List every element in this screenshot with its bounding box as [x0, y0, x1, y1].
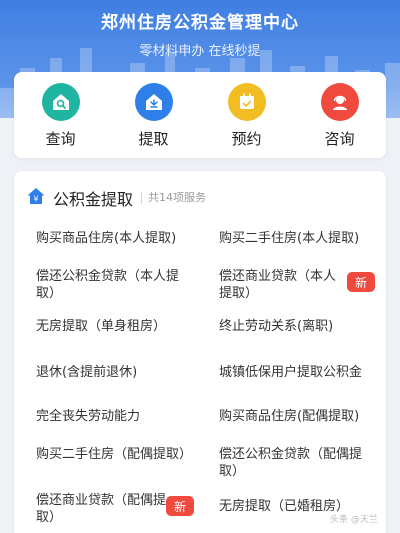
service-item[interactable]: 偿还商业贷款（配偶提取）	[36, 492, 166, 526]
quick-action-consult[interactable]: 咨询	[305, 83, 375, 149]
new-badge: 新	[347, 272, 375, 292]
service-item[interactable]: 偿还公积金贷款（本人提取）	[36, 268, 194, 302]
customer-service-icon	[320, 83, 359, 121]
quick-action-label: 预约	[231, 130, 262, 148]
watermark: 头条 @天兰	[330, 515, 378, 525]
quick-action-label: 查询	[45, 130, 76, 148]
service-item[interactable]: 购买商品住房(本人提取)	[36, 230, 196, 247]
service-item[interactable]: 偿还商业贷款（本人提取）	[219, 268, 339, 302]
service-grid: 购买商品住房(本人提取) 购买二手住房(本人提取) 偿还公积金贷款（本人提取） …	[14, 171, 386, 533]
house-search-icon	[41, 83, 80, 121]
quick-action-label: 咨询	[324, 130, 355, 148]
service-item[interactable]: 偿还公积金贷款（配偶提取）	[219, 446, 377, 480]
quick-actions-card: 查询 提取 预约 咨询	[14, 72, 386, 158]
calendar-check-icon	[227, 83, 266, 121]
house-withdraw-icon	[134, 83, 173, 121]
service-item[interactable]: 完全丧失劳动能力	[36, 408, 196, 425]
quick-action-query[interactable]: 查询	[26, 83, 96, 149]
service-item[interactable]: 购买二手住房（配偶提取）	[36, 446, 194, 463]
service-item[interactable]: 退休(含提前退休)	[36, 364, 196, 381]
service-item[interactable]: 终止劳动关系(离职)	[219, 318, 379, 335]
service-item[interactable]: 购买二手住房(本人提取)	[219, 230, 379, 247]
page-subtitle: 零材料申办 在线秒提	[139, 44, 261, 59]
withdraw-services-card: ¥ 公积金提取 共14项服务 购买商品住房(本人提取) 购买二手住房(本人提取)…	[14, 171, 386, 533]
page-title: 郑州住房公积金管理中心	[101, 13, 299, 33]
new-badge: 新	[166, 496, 194, 516]
quick-action-label: 提取	[138, 130, 169, 148]
quick-action-appointment[interactable]: 预约	[212, 83, 282, 149]
service-item[interactable]: 购买商品住房(配偶提取)	[219, 408, 379, 425]
quick-action-withdraw[interactable]: 提取	[119, 83, 189, 149]
service-item[interactable]: 城镇低保用户提取公积金	[219, 364, 379, 381]
service-item[interactable]: 无房提取（单身租房）	[36, 318, 196, 335]
